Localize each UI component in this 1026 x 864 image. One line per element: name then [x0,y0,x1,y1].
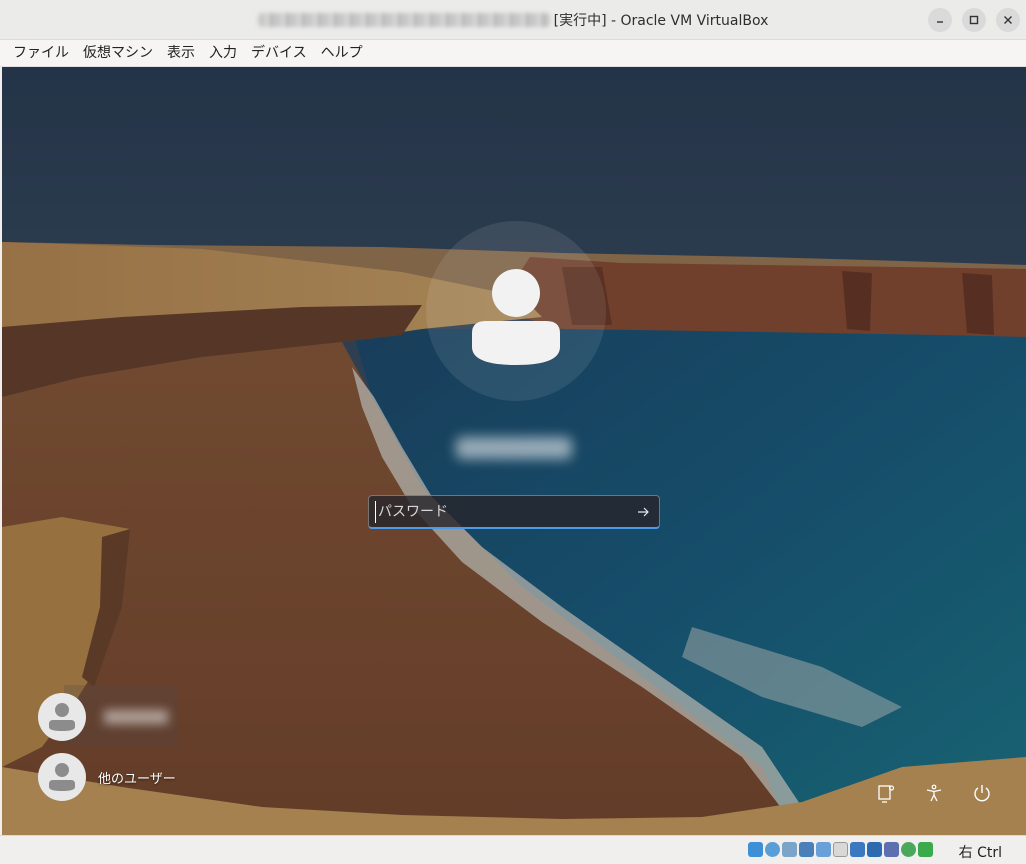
maximize-button[interactable] [962,8,986,32]
username-blurred [104,710,168,724]
device-status-icons [748,842,933,857]
status-bar: 右 Ctrl [0,835,1026,864]
person-icon [472,269,560,365]
arrow-right-icon [638,507,649,517]
menu-machine[interactable]: 仮想マシン [76,40,160,67]
password-input[interactable] [375,501,625,523]
power-icon [974,785,990,802]
power-button[interactable] [970,781,994,805]
minimize-icon [937,21,943,23]
recording-icon[interactable] [867,842,882,857]
window-title: [実行中] - Oracle VM VirtualBox [0,0,1026,40]
menu-help[interactable]: ヘルプ [314,40,370,67]
accessibility-button[interactable] [922,781,946,805]
user-tile-current[interactable] [38,693,168,741]
avatar [38,693,86,741]
menu-file[interactable]: ファイル [6,40,76,67]
submit-button[interactable] [633,502,653,522]
vm-name-blurred [257,13,550,27]
minimize-button[interactable] [928,8,952,32]
username-blurred [456,437,572,459]
usb-icon[interactable] [816,842,831,857]
virtualbox-window: [実行中] - Oracle VM VirtualBox ファイル 仮想マシン … [0,0,1026,864]
close-icon [1004,16,1012,24]
close-button[interactable] [996,8,1020,32]
menu-devices[interactable]: デバイス [244,40,314,67]
display-icon[interactable] [850,842,865,857]
password-field-container [368,495,660,529]
user-tile-other[interactable]: 他のユーザー [38,753,176,801]
shared-folders-icon[interactable] [833,842,848,857]
person-icon [49,763,75,791]
network-button[interactable] [874,781,898,805]
hard-disk-icon[interactable] [748,842,763,857]
window-title-text: [実行中] - Oracle VM VirtualBox [553,13,769,29]
host-key-label: 右 Ctrl [958,845,1002,861]
avatar [38,753,86,801]
menu-bar: ファイル 仮想マシン 表示 入力 デバイス ヘルプ [0,40,1026,67]
network-icon [878,785,895,803]
person-icon [49,703,75,731]
cpu-icon[interactable] [884,842,899,857]
mouse-integration-icon[interactable] [901,842,916,857]
menu-view[interactable]: 表示 [160,40,202,67]
keyboard-icon[interactable] [918,842,933,857]
network-icon[interactable] [799,842,814,857]
accessibility-icon [926,784,942,802]
menu-input[interactable]: 入力 [202,40,244,67]
optical-drive-icon[interactable] [765,842,780,857]
other-user-label: 他のユーザー [98,771,176,787]
vm-display[interactable]: 他のユーザー [2,67,1026,835]
maximize-icon [969,15,979,25]
audio-icon[interactable] [782,842,797,857]
user-avatar-large [426,221,606,401]
title-bar: [実行中] - Oracle VM VirtualBox [0,0,1026,40]
